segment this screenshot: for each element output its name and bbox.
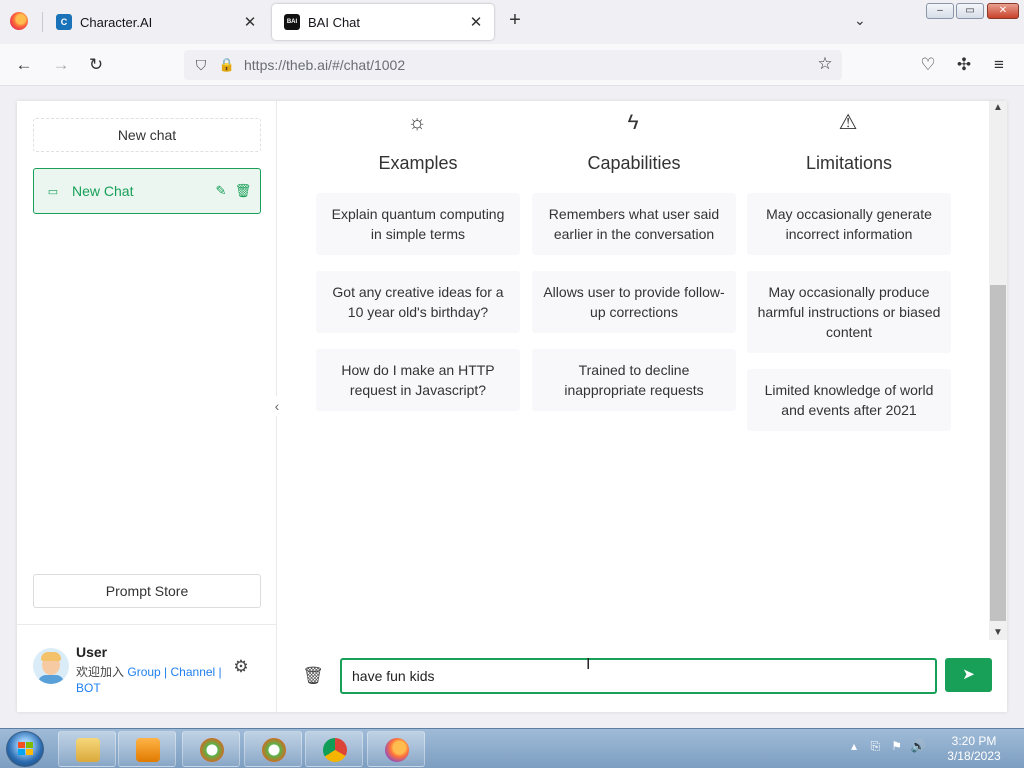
bookmark-star-icon[interactable]: ☆	[814, 53, 836, 75]
text-cursor-icon: I	[586, 656, 591, 673]
forward-button[interactable]: →	[50, 54, 72, 76]
start-button[interactable]	[6, 731, 44, 767]
maximize-window-button[interactable]: ▭	[956, 3, 984, 19]
capability-card: Remembers what user said earlier in the …	[532, 193, 736, 255]
channel-link[interactable]: Channel	[171, 665, 216, 679]
delete-icon[interactable]: 🗑	[232, 183, 254, 199]
user-name: User	[76, 644, 108, 660]
minimize-window-button[interactable]: –	[926, 3, 954, 19]
list-all-tabs-button[interactable]: ⌄	[854, 12, 866, 29]
extensions-icon[interactable]: ✣	[953, 54, 975, 76]
menu-icon[interactable]: ≡	[988, 54, 1010, 76]
new-chat-button[interactable]: New chat	[33, 118, 261, 152]
back-button[interactable]: ←	[13, 54, 35, 76]
firefox-icon[interactable]	[10, 12, 28, 30]
tab-character-ai[interactable]: C Character.AI ✕	[44, 4, 268, 40]
taskbar-file-explorer[interactable]	[58, 731, 116, 767]
tab-bai-chat[interactable]: BAI BAI Chat ✕	[272, 4, 494, 40]
limitation-card: Limited knowledge of world and events af…	[747, 369, 951, 431]
avatar[interactable]	[33, 648, 69, 684]
app-icon	[200, 738, 224, 762]
chat-app: New chat ▭ New Chat ✎ 🗑 Prompt Store Use…	[17, 101, 1007, 712]
reload-button[interactable]: ↻	[85, 54, 107, 76]
join-text: 欢迎加入	[76, 665, 125, 679]
lock-icon[interactable]: 🔒	[216, 54, 238, 76]
prompt-store-button[interactable]: Prompt Store	[33, 574, 261, 608]
chat-list-item[interactable]: ▭ New Chat ✎ 🗑	[33, 168, 261, 214]
example-card[interactable]: How do I make an HTTP request in Javascr…	[316, 349, 520, 411]
column-title: Limitations	[805, 153, 893, 173]
close-tab-icon[interactable]: ✕	[238, 13, 262, 31]
tab-divider	[42, 12, 43, 32]
taskbar-clock[interactable]: 3:20 PM 3/18/2023	[944, 734, 1004, 764]
limitation-card: May occasionally generate incorrect info…	[747, 193, 951, 255]
chat-bubble-icon: ▭	[47, 185, 59, 198]
divider	[17, 624, 277, 625]
group-link[interactable]: Group	[127, 665, 160, 679]
new-tab-button[interactable]: +	[504, 10, 526, 32]
pocket-icon[interactable]: ♡	[917, 54, 939, 76]
firefox-icon	[385, 738, 409, 762]
chrome-icon	[323, 738, 347, 762]
sun-icon: ☼	[407, 111, 427, 134]
tracking-protection-icon[interactable]: ⛉	[190, 54, 212, 76]
scrollbar-thumb[interactable]	[990, 285, 1006, 621]
address-bar[interactable]: ⛉ 🔒 https://theb.ai/#/chat/1002 ☆	[184, 50, 842, 80]
capability-card: Trained to decline inappropriate request…	[532, 349, 736, 411]
scroll-down-arrow-icon[interactable]: ▼	[989, 626, 1007, 640]
system-tray: ▴ ⎘ ⚑ 🔊	[845, 739, 927, 754]
character-ai-favicon-icon: C	[56, 14, 72, 30]
page-scrollbar[interactable]: ▲ ▼	[989, 101, 1007, 640]
capability-card: Allows user to provide follow-up correct…	[532, 271, 736, 333]
chat-input-row: 🗑 ➤	[278, 647, 1007, 712]
close-tab-icon[interactable]: ✕	[464, 13, 488, 31]
tab-title: BAI Chat	[308, 14, 361, 30]
clock-time: 3:20 PM	[951, 734, 997, 748]
taskbar-chrome[interactable]	[305, 731, 363, 767]
bai-favicon-icon: BAI	[284, 14, 300, 30]
clear-chat-trash-icon[interactable]: 🗑	[300, 663, 326, 689]
taskbar-app-two[interactable]	[244, 731, 302, 767]
action-center-flag-icon[interactable]: ⚑	[888, 739, 906, 753]
browser-tab-strip: C Character.AI ✕ BAI BAI Chat ✕ + ⌄ – ▭ …	[0, 0, 1024, 44]
main-panel: ☼ Examples Explain quantum computing in …	[278, 101, 1007, 712]
browser-nav-bar: ← → ↻ ⛉ 🔒 https://theb.ai/#/chat/1002 ☆ …	[0, 44, 1024, 86]
warning-icon: ⚠	[838, 111, 858, 134]
show-hidden-icons-icon[interactable]: ▴	[845, 739, 863, 753]
edit-icon[interactable]: ✎	[210, 183, 232, 199]
url-text[interactable]: https://theb.ai/#/chat/1002	[244, 57, 405, 73]
folder-icon	[76, 738, 100, 762]
volume-icon[interactable]: 🔊	[909, 739, 927, 753]
tab-title: Character.AI	[80, 14, 153, 30]
app-icon	[262, 738, 286, 762]
bot-link[interactable]: BOT	[76, 681, 101, 695]
example-card[interactable]: Explain quantum computing in simple term…	[316, 193, 520, 255]
taskbar-media-player[interactable]	[118, 731, 176, 767]
example-card[interactable]: Got any creative ideas for a 10 year old…	[316, 271, 520, 333]
network-icon[interactable]: ⎘	[866, 739, 884, 754]
lightning-icon: ϟ	[627, 111, 639, 134]
taskbar-firefox[interactable]	[367, 731, 425, 767]
close-window-button[interactable]: ✕	[987, 3, 1019, 19]
chat-title: New Chat	[72, 183, 134, 199]
send-button[interactable]: ➤	[945, 658, 992, 692]
media-player-icon	[136, 738, 160, 762]
sidebar: New chat ▭ New Chat ✎ 🗑 Prompt Store Use…	[17, 101, 277, 712]
column-title: Capabilities	[587, 153, 681, 173]
taskbar-app-one[interactable]	[182, 731, 240, 767]
windows-taskbar: ▴ ⎘ ⚑ 🔊 3:20 PM 3/18/2023	[0, 728, 1024, 768]
user-community-links: 欢迎加入 Group | Channel | BOT	[76, 665, 222, 695]
limitation-card: May occasionally produce harmful instruc…	[747, 271, 951, 353]
message-input[interactable]	[340, 658, 937, 694]
scroll-up-arrow-icon[interactable]: ▲	[989, 101, 1007, 115]
page-viewport: New chat ▭ New Chat ✎ 🗑 Prompt Store Use…	[0, 87, 1024, 728]
settings-gear-icon[interactable]: ⚙	[231, 657, 251, 677]
column-title: Examples	[378, 153, 458, 173]
clock-date: 3/18/2023	[947, 749, 1001, 763]
